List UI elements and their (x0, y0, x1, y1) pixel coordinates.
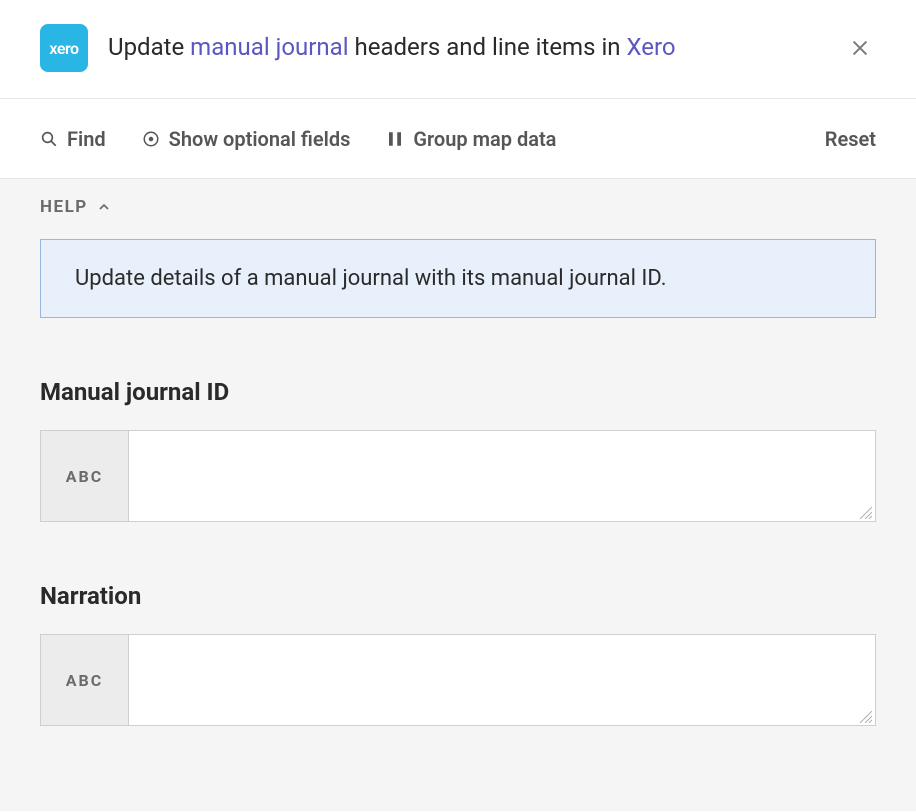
help-box: Update details of a manual journal with … (40, 239, 876, 318)
body: HELP Update details of a manual journal … (0, 179, 916, 811)
close-button[interactable] (844, 32, 876, 64)
find-label: Find (67, 127, 106, 151)
type-chip-abc: ABC (41, 431, 129, 521)
field-narration: Narration ABC (40, 582, 876, 726)
find-button[interactable]: Find (40, 127, 106, 151)
logo-text: xero (49, 39, 78, 58)
title-pre: Update (108, 33, 190, 61)
help-toggle[interactable]: HELP (0, 179, 916, 227)
type-chip-abc: ABC (41, 635, 129, 725)
group-map-label: Group map data (413, 127, 556, 151)
field-manual-journal-id: Manual journal ID ABC (40, 378, 876, 522)
header: xero Update manual journal headers and l… (0, 0, 916, 99)
close-icon (849, 37, 871, 59)
narration-input[interactable] (141, 645, 863, 711)
toolbar: Find Show optional fields Group map data… (0, 99, 916, 179)
eye-icon (142, 130, 160, 148)
title-link-manual-journal[interactable]: manual journal (190, 33, 348, 61)
title-mid: headers and line items in (349, 33, 627, 61)
textarea-wrap (129, 431, 875, 521)
show-optional-label: Show optional fields (169, 127, 351, 151)
title-link-xero[interactable]: Xero (626, 33, 675, 61)
chevron-up-icon (96, 199, 112, 215)
help-label: HELP (40, 197, 88, 217)
xero-logo-icon: xero (40, 24, 88, 72)
help-text: Update details of a manual journal with … (75, 266, 667, 291)
search-icon (40, 130, 58, 148)
show-optional-fields-button[interactable]: Show optional fields (142, 127, 351, 151)
label-narration: Narration (40, 582, 876, 610)
label-manual-journal-id: Manual journal ID (40, 378, 876, 406)
group-icon (386, 130, 404, 148)
manual-journal-id-input[interactable] (141, 441, 863, 507)
textarea-wrap (129, 635, 875, 725)
reset-button[interactable]: Reset (825, 127, 876, 151)
input-row-narration: ABC (40, 634, 876, 726)
input-row-manual-journal-id: ABC (40, 430, 876, 522)
reset-label: Reset (825, 127, 876, 151)
page-title: Update manual journal headers and line i… (108, 32, 844, 63)
group-map-data-button[interactable]: Group map data (386, 127, 556, 151)
